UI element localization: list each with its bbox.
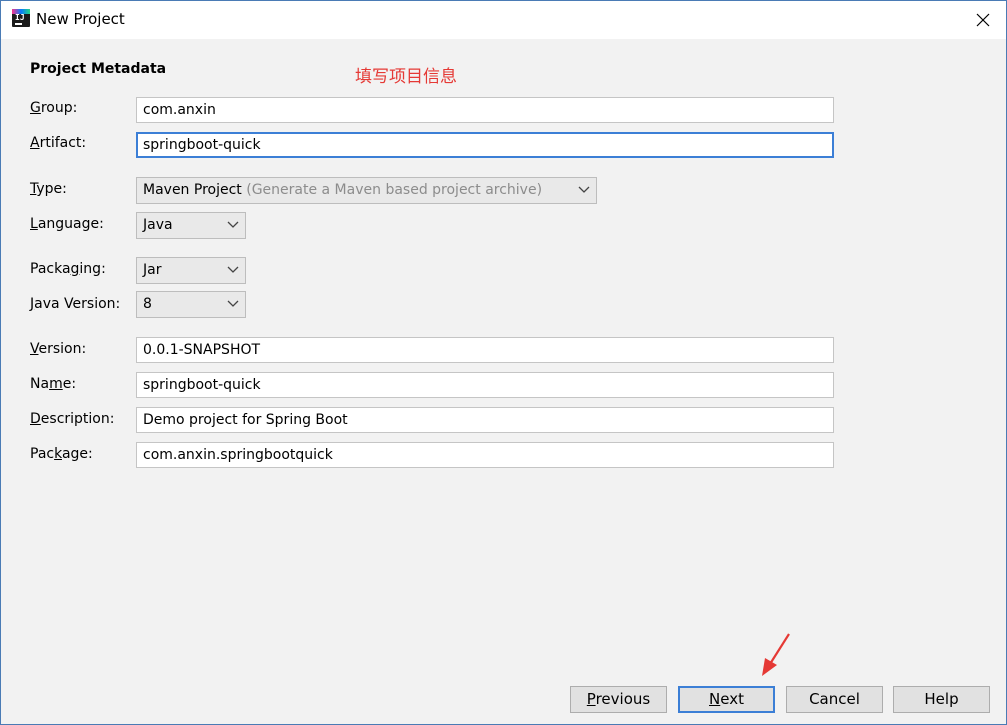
language-select[interactable]: Java — [136, 212, 246, 239]
artifact-label: Artifact: — [30, 135, 87, 151]
name-label: Name: — [30, 376, 77, 392]
new-project-dialog: IJ New Project Project Metadata 填写项目信息 G… — [0, 0, 1007, 725]
annotation-text: 填写项目信息 — [355, 67, 457, 87]
packaging-select-value: Jar — [143, 262, 162, 278]
language-select-value: Java — [143, 217, 173, 233]
description-label: Description: — [30, 411, 115, 427]
group-field[interactable]: com.anxin — [136, 97, 834, 123]
next-button[interactable]: Next — [678, 686, 775, 713]
chevron-down-icon — [227, 300, 239, 307]
java-version-select-value: 8 — [143, 296, 152, 312]
title-bar: IJ New Project — [1, 1, 1006, 39]
type-select-value: Maven Project — [143, 182, 242, 198]
version-label: Version: — [30, 341, 87, 357]
chevron-down-icon — [578, 186, 590, 193]
cancel-button[interactable]: Cancel — [786, 686, 883, 713]
java-version-select[interactable]: 8 — [136, 291, 246, 318]
description-field[interactable]: Demo project for Spring Boot — [136, 407, 834, 433]
close-icon[interactable] — [972, 9, 994, 31]
type-select[interactable]: Maven Project (Generate a Maven based pr… — [136, 177, 597, 204]
help-button[interactable]: Help — [893, 686, 990, 713]
group-label: Group: — [30, 100, 78, 116]
packaging-select[interactable]: Jar — [136, 257, 246, 284]
window-title: New Project — [36, 10, 125, 28]
arrow-annotation-icon — [762, 633, 790, 676]
chevron-down-icon — [227, 266, 239, 273]
intellij-idea-icon: IJ — [12, 9, 30, 27]
section-title: Project Metadata — [30, 61, 167, 77]
type-label: Type: — [30, 181, 67, 197]
version-field[interactable]: 0.0.1-SNAPSHOT — [136, 337, 834, 363]
name-field[interactable]: springboot-quick — [136, 372, 834, 398]
artifact-field[interactable]: springboot-quick — [136, 132, 834, 158]
package-field[interactable]: com.anxin.springbootquick — [136, 442, 834, 468]
chevron-down-icon — [227, 221, 239, 228]
java-version-label: Java Version: — [30, 296, 121, 312]
language-label: Language: — [30, 216, 104, 232]
packaging-label: Packaging: — [30, 261, 106, 277]
type-select-hint: (Generate a Maven based project archive) — [246, 182, 543, 198]
previous-button[interactable]: Previous — [570, 686, 667, 713]
package-label: Package: — [30, 446, 93, 462]
